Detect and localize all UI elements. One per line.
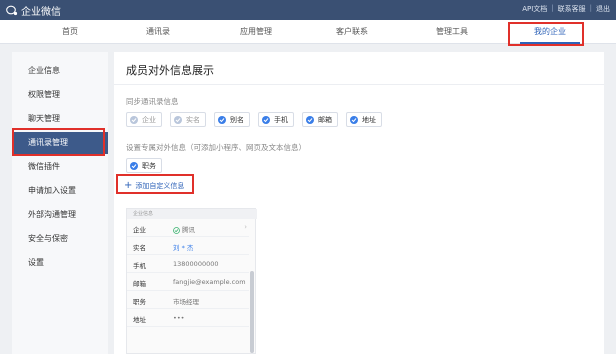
sidebar: 企业信息 权限管理 聊天管理 通讯录管理 微信插件 申请加入设置 外部沟通管理 …: [12, 52, 108, 354]
preview-row-real-name: 实名 刘 * 杰: [127, 237, 249, 255]
preview-row-mobile: 手机 13800000000: [127, 255, 249, 273]
brand-logo[interactable]: 企业微信: [6, 3, 61, 18]
verified-icon: [173, 226, 180, 234]
sidebar-item-external-communication[interactable]: 外部沟通管理: [12, 204, 108, 226]
chip-label: 别名: [230, 115, 244, 124]
separator: |: [551, 4, 554, 12]
row-key: 手机: [133, 262, 146, 270]
nav-home[interactable]: 首页: [40, 26, 100, 37]
chip-label: 邮箱: [318, 115, 332, 124]
sidebar-item-settings[interactable]: 设置: [12, 252, 108, 274]
chip-label: 地址: [362, 115, 376, 124]
chip-job-title[interactable]: 职务: [126, 158, 162, 173]
sidebar-item-security[interactable]: 安全与保密: [12, 228, 108, 250]
nav-app-management[interactable]: 应用管理: [226, 26, 286, 37]
check-icon: [130, 161, 138, 170]
nav-contacts[interactable]: 通讯录: [128, 26, 188, 37]
brand-name: 企业微信: [21, 6, 61, 18]
check-icon: [130, 115, 138, 124]
chip-address[interactable]: 地址: [346, 112, 382, 127]
sidebar-item-wechat-plugin[interactable]: 微信插件: [12, 156, 108, 178]
check-icon: [174, 115, 182, 124]
highlight-box-sidebar: [12, 128, 105, 156]
preview-header: 企业信息: [127, 209, 257, 219]
row-key: 企业: [133, 226, 146, 234]
chip-label: 手机: [274, 115, 288, 124]
row-value: 腾讯: [173, 224, 195, 234]
separator: |: [589, 4, 592, 12]
logout-link[interactable]: 退出: [596, 4, 610, 14]
chip-enterprise[interactable]: 企业: [126, 112, 162, 127]
row-value: •••: [173, 314, 185, 322]
nav-customer-contact[interactable]: 客户联系: [322, 26, 382, 37]
profile-preview: 企业信息 企业 腾讯 › 实名 刘 * 杰 手机 13800000000 邮箱 …: [126, 208, 257, 354]
nav-management-tools[interactable]: 管理工具: [422, 26, 482, 37]
preview-row-email: 邮箱 fangjie@example.com: [127, 273, 249, 291]
main-content: 成员对外信息展示 同步通讯录信息 企业 实名 别名 手机 邮箱 地址 设置专属对…: [114, 52, 604, 354]
contact-support-link[interactable]: 联系客服: [558, 4, 586, 14]
chip-mobile[interactable]: 手机: [258, 112, 294, 127]
row-value-text: 腾讯: [182, 226, 195, 234]
preview-row-enterprise: 企业 腾讯 ›: [127, 219, 249, 237]
sidebar-item-join-settings[interactable]: 申请加入设置: [12, 180, 108, 202]
chip-label: 职务: [142, 161, 156, 170]
chip-alias[interactable]: 别名: [214, 112, 250, 127]
sidebar-item-enterprise-info[interactable]: 企业信息: [12, 60, 108, 82]
title-divider: [114, 84, 604, 85]
custom-section-label: 设置专属对外信息（可添加小程序、网页及文本信息）: [126, 143, 306, 152]
row-key: 地址: [133, 316, 146, 324]
preview-scrollbar[interactable]: [250, 271, 254, 353]
page-title: 成员对外信息展示: [126, 64, 214, 77]
row-value: 市场经理: [173, 298, 199, 306]
sidebar-item-chat-management[interactable]: 聊天管理: [12, 108, 108, 130]
top-links: API文档 | 联系客服 | 退出: [522, 4, 610, 14]
highlight-box-nav: [508, 22, 584, 46]
sync-section-label: 同步通讯录信息: [126, 97, 179, 106]
row-key: 职务: [133, 298, 146, 306]
wework-logo-icon: [6, 5, 18, 15]
top-bar: 企业微信 API文档 | 联系客服 | 退出: [0, 0, 616, 20]
preview-row-address: 地址 •••: [127, 309, 249, 327]
chip-real-name[interactable]: 实名: [170, 112, 206, 127]
row-value[interactable]: 刘 * 杰: [173, 242, 193, 252]
chip-label: 实名: [186, 115, 200, 124]
custom-chip-group: 职务: [126, 158, 596, 173]
row-key: 邮箱: [133, 280, 146, 288]
check-icon: [262, 115, 270, 124]
chip-email[interactable]: 邮箱: [302, 112, 338, 127]
row-key: 实名: [133, 244, 146, 252]
row-value: fangjie@example.com: [173, 278, 246, 286]
highlight-box-add-custom: [116, 174, 194, 194]
sidebar-item-permissions[interactable]: 权限管理: [12, 84, 108, 106]
sync-chip-group: 企业 实名 别名 手机 邮箱 地址: [126, 112, 596, 127]
check-icon: [306, 115, 314, 124]
api-docs-link[interactable]: API文档: [522, 4, 547, 14]
check-icon: [218, 115, 226, 124]
row-value: 13800000000: [173, 260, 219, 268]
preview-row-job-title: 职务 市场经理: [127, 291, 249, 309]
check-icon: [350, 115, 358, 124]
chevron-right-icon: ›: [244, 223, 247, 231]
chip-label: 企业: [142, 115, 156, 124]
